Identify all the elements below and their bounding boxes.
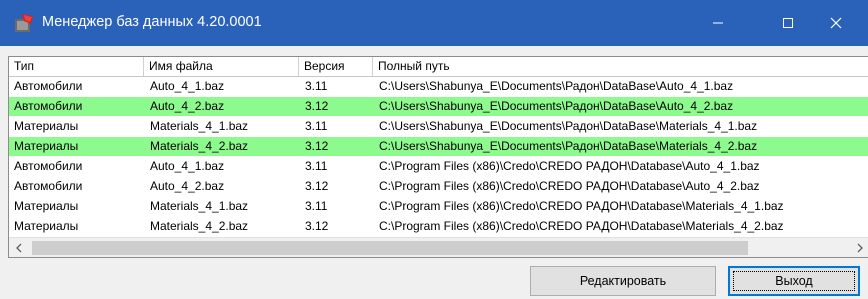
maximize-button[interactable] [762,0,814,46]
cell-full-path: C:\Program Files (x86)\Credo\CREDO РАДОН… [379,219,784,233]
column-header-version[interactable]: Версия [299,57,373,76]
minimize-button[interactable] [692,0,744,46]
table-row[interactable]: Материалы Materials_4_2.baz 3.12 C:\Program… [9,217,868,236]
cell-type: Материалы [14,219,79,233]
cell-file-name: Materials_4_2.baz [150,219,249,233]
table-row[interactable]: Автомобили Auto_4_1.baz 3.11 C:\Users\Shabu… [9,77,868,96]
cell-type: Материалы [14,119,79,133]
table-row[interactable]: Автомобили Auto_4_2.baz 3.12 C:\Users\Shabu… [9,97,868,116]
cell-type: Автомобили [14,159,83,173]
cell-full-path: C:\Program Files (x86)\Credo\CREDO РАДОН… [379,179,760,193]
cell-version: 3.12 [305,179,329,193]
cell-full-path: C:\Users\Shabunya_E\Documents\Радон\Data… [379,139,758,153]
title-bar[interactable]: Менеджер баз данных 4.20.0001 [0,0,868,46]
cell-full-path: C:\Program Files (x86)\Credo\CREDO РАДОН… [379,199,784,213]
cell-version: 3.11 [305,119,328,133]
scrollbar-thumb[interactable] [32,241,748,255]
column-header-full-path[interactable]: Полный путь [373,57,868,76]
cell-file-name: Auto_4_2.baz [150,179,225,193]
table-row[interactable]: Материалы Materials_4_2.baz 3.12 C:\Users\S… [9,137,868,156]
database-app-icon[interactable] [13,12,35,34]
edit-button-label: Редактировать [579,274,667,288]
scroll-left-button[interactable] [9,238,28,257]
horizontal-scrollbar[interactable] [9,237,868,257]
close-icon [830,17,842,29]
cell-file-name: Auto_4_1.baz [150,159,225,173]
cell-file-name: Materials_4_1.baz [150,119,249,133]
table-row[interactable]: Материалы Materials_4_1.baz 3.11 C:\Program… [9,197,868,216]
cell-type: Автомобили [14,179,83,193]
chevron-right-icon [857,243,863,253]
column-header-type[interactable]: Тип [9,57,144,76]
cell-type: Материалы [14,139,79,153]
cell-version: 3.11 [305,199,328,213]
cell-full-path: C:\Users\Shabunya_E\Documents\Радон\Data… [379,99,734,113]
chevron-left-icon [15,243,21,253]
column-header-file-name[interactable]: Имя файла [144,57,299,76]
exit-button[interactable]: Выход [728,266,860,296]
cell-version: 3.12 [305,139,329,153]
table-row[interactable]: Автомобили Auto_4_2.baz 3.12 C:\Program Fil… [9,177,868,196]
cell-full-path: C:\Users\Shabunya_E\Documents\Радон\Data… [379,79,734,93]
cell-file-name: Auto_4_2.baz [150,99,225,113]
table-row[interactable]: Автомобили Auto_4_1.baz 3.11 C:\Program Fil… [9,157,868,176]
cell-full-path: C:\Users\Shabunya_E\Documents\Радон\Data… [379,119,758,133]
cell-version: 3.11 [305,159,328,173]
cell-file-name: Materials_4_2.baz [150,139,249,153]
minimize-icon [713,22,723,24]
table-row[interactable]: Материалы Materials_4_1.baz 3.11 C:\Users\S… [9,117,868,136]
database-table[interactable]: Тип Имя файла Версия Полный путь Автомоб… [8,56,868,258]
window-title: Менеджер баз данных 4.20.0001 [42,14,262,30]
cell-version: 3.12 [305,99,329,113]
cell-type: Автомобили [14,79,83,93]
maximize-icon [783,18,793,28]
close-button[interactable] [810,0,862,46]
cell-version: 3.12 [305,219,329,233]
scroll-right-button[interactable] [850,238,868,257]
cell-version: 3.11 [305,79,328,93]
cell-type: Автомобили [14,99,83,113]
edit-button[interactable]: Редактировать [530,266,716,296]
cell-file-name: Auto_4_1.baz [150,79,225,93]
cell-type: Материалы [14,199,79,213]
focus-rectangle [733,271,855,291]
table-header: Тип Имя файла Версия Полный путь [9,57,868,77]
cell-full-path: C:\Program Files (x86)\Credo\CREDO РАДОН… [379,159,760,173]
cell-file-name: Materials_4_1.baz [150,199,249,213]
